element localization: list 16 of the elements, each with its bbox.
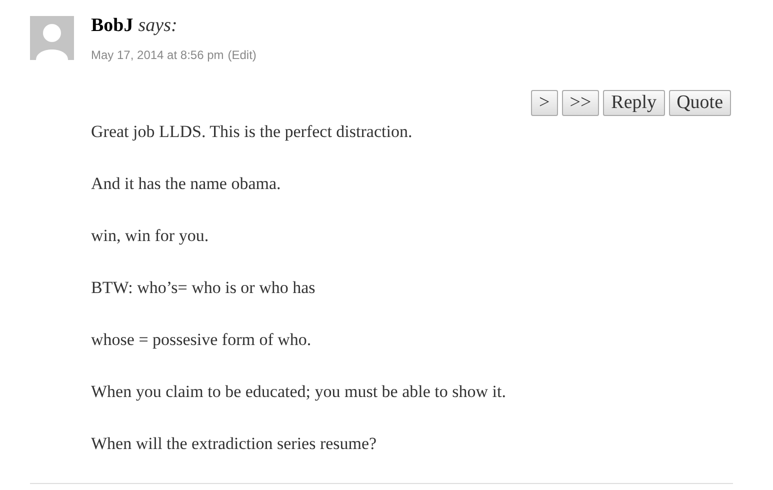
edit-link[interactable]: (Edit) [228,46,256,64]
comment-paragraph: And it has the name obama. [91,174,282,194]
comment-paragraph: whose = possesive form of who. [91,330,312,350]
comment-date-link[interactable]: May 17, 2014 at 8:56 pm [91,46,224,64]
says-label: says: [138,14,178,38]
comment-paragraph: win, win for you. [91,226,210,246]
comment-action-button[interactable]: Quote [668,90,731,116]
comment-paragraph: Great job LLDS. This is the perfect distraction. [91,122,414,142]
comment-action-button[interactable]: Reply [603,90,665,116]
comment-action-button[interactable]: >> [562,90,600,116]
avatar-icon [30,16,74,60]
comment-paragraph: When will the extradiction series resume? [91,434,378,454]
comment-paragraph: BTW: who’s= who is or who has [91,278,316,298]
author-name: BobJ [91,14,134,38]
comment-paragraph: When you claim to be educated; you must be able to show it. [91,382,507,402]
comment-action-button[interactable]: > [531,90,558,116]
